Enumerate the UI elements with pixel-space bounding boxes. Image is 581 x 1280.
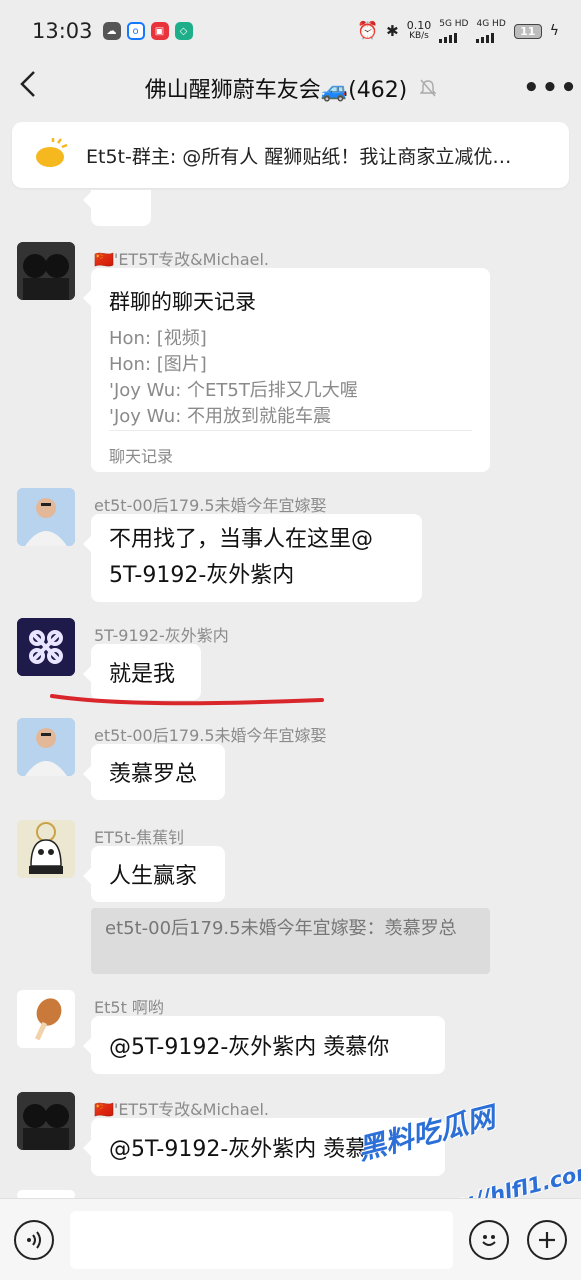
signal-bars-icon bbox=[476, 29, 495, 43]
emoji-icon[interactable] bbox=[469, 1219, 509, 1260]
record-line: Hon: [图片] bbox=[109, 354, 207, 375]
net-label-2: 4G HD bbox=[476, 18, 506, 29]
message-text: @5T-9192-灰外紫内 羡慕你 bbox=[109, 1035, 390, 1060]
chat-messages[interactable]: 🇨🇳'ET5T专改&Michael. 群聊的聊天记录 Hon: [视频] Hon… bbox=[0, 190, 581, 1198]
record-line: Hon: [视频] bbox=[109, 328, 207, 349]
message-bubble[interactable]: 人生赢家 bbox=[83, 846, 225, 902]
bell-muted-icon bbox=[419, 79, 437, 101]
alarm-icon: ⏰ bbox=[356, 21, 379, 41]
message-text: @5T-9192-灰外紫内 羡慕 bbox=[109, 1137, 368, 1162]
message-text: 5T-9192-灰外紫内 bbox=[109, 563, 295, 588]
record-footer: 聊天记录 bbox=[109, 447, 174, 466]
pinned-text: Et5t-群主: @所有人 醒狮贴纸！我让商家立减优… bbox=[86, 145, 512, 168]
message-input[interactable] bbox=[70, 1210, 453, 1269]
speed-value: 0.10 bbox=[406, 19, 432, 32]
avatar[interactable] bbox=[17, 718, 75, 776]
message-bubble-partial[interactable] bbox=[83, 190, 151, 226]
avatar[interactable] bbox=[17, 820, 75, 878]
sender-name: et5t-00后179.5未婚今年宜嫁娶 bbox=[94, 496, 327, 515]
avatar[interactable] bbox=[17, 1092, 75, 1150]
record-divider bbox=[109, 430, 472, 431]
avatar[interactable] bbox=[17, 488, 75, 546]
status-app-icons: ☁ o ▣ ◇ bbox=[102, 22, 193, 40]
net-label-1: 5G HD bbox=[439, 18, 469, 29]
record-title: 群聊的聊天记录 bbox=[109, 290, 256, 314]
message-text: 就是我 bbox=[109, 662, 176, 687]
avatar[interactable] bbox=[17, 242, 75, 300]
cloud-icon: ☁ bbox=[102, 22, 121, 40]
more-dots-icon[interactable]: ••• bbox=[523, 73, 577, 103]
message-bubble[interactable]: 就是我 bbox=[83, 644, 201, 700]
sender-name: ET5t-焦蕉钊 bbox=[94, 828, 185, 847]
sender-name: et5t-00后179.5未婚今年宜嫁娶 bbox=[94, 726, 327, 745]
message-text: 人生赢家 bbox=[109, 864, 198, 889]
avatar[interactable] bbox=[17, 990, 75, 1048]
message-text: 不用找了，当事人在这里@ bbox=[109, 527, 374, 552]
megaphone-icon bbox=[32, 137, 68, 173]
message-bubble[interactable]: @5T-9192-灰外紫内 羡慕你 bbox=[83, 1016, 445, 1074]
app-circle-icon: o bbox=[126, 22, 145, 40]
battery-level: 11 bbox=[520, 24, 536, 38]
message-bubble[interactable]: 不用找了，当事人在这里@ 5T-9192-灰外紫内 bbox=[83, 514, 422, 602]
chevron-left-icon[interactable] bbox=[18, 69, 58, 107]
chat-header: 佛山醒狮蔚车友会🚙(462) ••• bbox=[0, 62, 581, 114]
pinned-announcement[interactable]: Et5t-群主: @所有人 醒狮贴纸！我让商家立减优… bbox=[12, 122, 569, 188]
status-indicators: ⏰ ✱ 0.10 KB/s 5G HD 4G HD 11 ϟ bbox=[356, 18, 559, 43]
chat-record-card[interactable]: 群聊的聊天记录 Hon: [视频] Hon: [图片] 'Joy Wu: 个ET… bbox=[83, 268, 490, 472]
signal-4g: 4G HD bbox=[476, 18, 506, 43]
record-line: 'Joy Wu: 不用放到就能车震 bbox=[109, 406, 331, 427]
sender-name: Et5t 啊哟 bbox=[94, 998, 164, 1017]
sender-name: 🇨🇳'ET5T专改&Michael. bbox=[94, 1100, 270, 1119]
status-time: 13:03 bbox=[32, 19, 93, 43]
plus-icon[interactable] bbox=[527, 1219, 567, 1260]
message-text: 羡慕罗总 bbox=[109, 762, 198, 787]
avatar[interactable] bbox=[17, 618, 75, 676]
signal-5g: 5G HD bbox=[439, 18, 469, 43]
charging-icon: ϟ bbox=[549, 23, 559, 39]
app-red-icon: ▣ bbox=[150, 22, 169, 40]
record-line: 'Joy Wu: 个ET5T后排又几大喔 bbox=[109, 380, 358, 401]
input-actions bbox=[469, 1219, 567, 1260]
avatar[interactable] bbox=[17, 1190, 75, 1198]
sender-name: 5T-9192-灰外紫内 bbox=[94, 626, 229, 645]
chat-title: 佛山醒狮蔚车友会🚙(462) bbox=[58, 72, 523, 104]
voice-icon[interactable] bbox=[14, 1219, 54, 1260]
status-bar: 13:03 ☁ o ▣ ◇ ⏰ ✱ 0.10 KB/s 5G HD 4G HD … bbox=[0, 0, 581, 62]
message-bubble[interactable]: 羡慕罗总 bbox=[83, 744, 225, 800]
speed-unit: KB/s bbox=[409, 31, 429, 41]
app-green-icon: ◇ bbox=[174, 22, 193, 40]
signal-bars-icon bbox=[439, 29, 458, 43]
bluetooth-icon: ✱ bbox=[386, 22, 399, 40]
network-speed: 0.10 KB/s bbox=[407, 20, 432, 42]
sender-name: 🇨🇳'ET5T专改&Michael. bbox=[94, 250, 270, 269]
input-bar bbox=[0, 1198, 581, 1280]
quoted-message[interactable]: et5t-00后179.5未婚今年宜嫁娶：羡慕罗总 bbox=[91, 908, 490, 974]
battery-icon: 11 bbox=[513, 23, 542, 39]
chat-title-text: 佛山醒狮蔚车友会🚙(462) bbox=[144, 78, 408, 103]
